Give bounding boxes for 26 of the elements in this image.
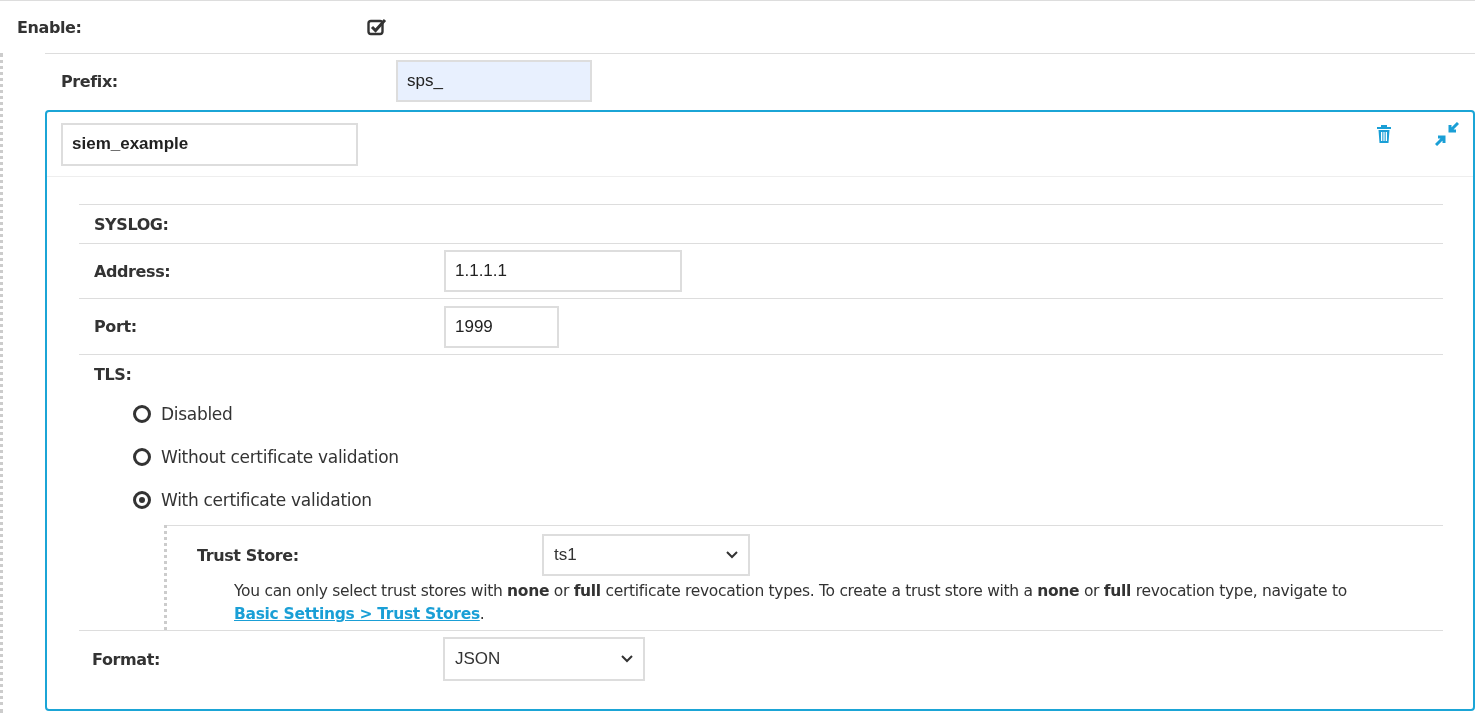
checkbox[interactable] (367, 18, 387, 36)
radio-button[interactable] (133, 404, 151, 423)
radio-button[interactable] (133, 447, 151, 466)
help-text: You can only select trust stores with none or full certificate revocation types. To create a trust store with a none or full revocation type, navigate to Basic Settings > Trust Stores. (234, 581, 1348, 625)
address-input[interactable]: 1.1.1.1 (444, 250, 682, 292)
chevron-down-icon (726, 551, 738, 559)
field-label: TLS: (93, 365, 133, 384)
radio-label[interactable]: Disabled (161, 403, 233, 424)
port-input[interactable]: 1999 (444, 305, 559, 348)
chevron-down-icon (621, 655, 633, 663)
radio-button[interactable] (133, 490, 151, 509)
name-input[interactable]: siem_example (61, 122, 358, 166)
radio-label[interactable]: Without certificate validation (161, 446, 399, 467)
field-label: Port: (94, 317, 138, 336)
field-label: Enable: (17, 17, 83, 37)
field-label: Trust Store: (197, 545, 300, 565)
radio-label[interactable]: With certificate validation (161, 489, 372, 510)
field-label: Prefix: (61, 71, 119, 91)
collapse-icon[interactable] (1435, 122, 1459, 146)
format-select[interactable]: JSON (443, 637, 645, 681)
trust-store-select[interactable]: ts1 (542, 534, 750, 576)
section-title: SYSLOG: (94, 214, 169, 234)
field-label: Format: (92, 649, 161, 669)
prefix-input[interactable]: sps_ (396, 60, 592, 102)
field-label: Address: (94, 261, 172, 281)
trash-icon[interactable] (1377, 125, 1391, 143)
